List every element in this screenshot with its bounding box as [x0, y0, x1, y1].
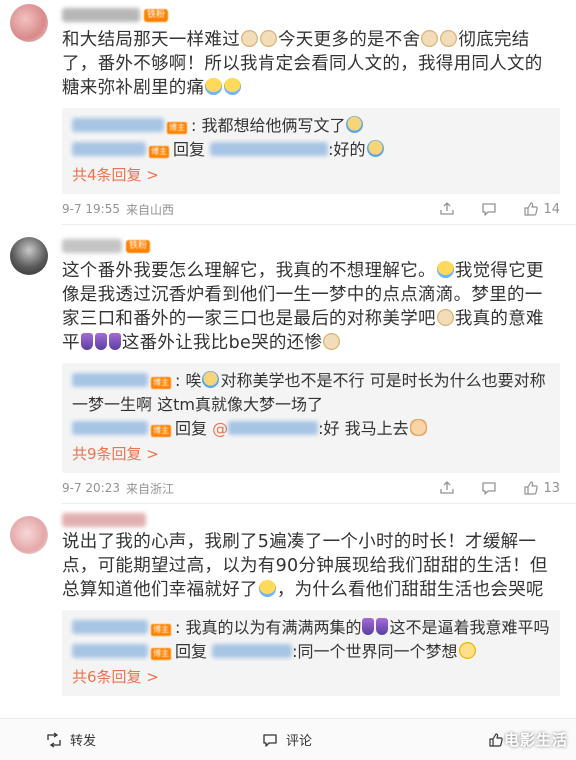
- reply-mention[interactable]: [228, 421, 319, 435]
- comment-header: 铁粉: [62, 4, 560, 26]
- reply-item[interactable]: 博主 回复 @:好 我马上去: [72, 417, 550, 441]
- comment-icon[interactable]: [481, 201, 497, 217]
- comment-label: 评论: [286, 734, 313, 749]
- like-count: 13: [543, 480, 560, 496]
- more-replies-link[interactable]: 共4条回复 >: [72, 162, 550, 188]
- thumbs-up-icon: [524, 481, 539, 495]
- repost-icon: [47, 731, 61, 748]
- reply-item[interactable]: 博主 回复 :同一个世界同一个梦想: [72, 640, 550, 664]
- username[interactable]: [62, 239, 122, 253]
- comment-meta: 9-7 19:55 来自山西 14: [62, 194, 560, 224]
- wine-emoji-icon: [108, 333, 121, 350]
- comment-2: 铁粉 这个番外我要怎么理解它，我真的不想理解它。 我觉得它更像是我透过沉香炉看到他…: [0, 225, 576, 503]
- comment-3: 说出了我的心声，我刷了5遍凑了一个小时的时长！才缓解一点，可能期望过高，以为有9…: [0, 504, 576, 696]
- comment-header: [62, 512, 560, 528]
- comment-source: 来自浙江: [126, 481, 175, 496]
- avatar[interactable]: [10, 4, 48, 42]
- comment-time: 9-7 20:23: [62, 481, 120, 495]
- share-icon[interactable]: [439, 480, 455, 496]
- comment-meta: 9-7 20:23 来自浙江 13: [62, 473, 560, 503]
- comment-source: 来自山西: [126, 202, 175, 217]
- dog-emoji-icon: [241, 30, 258, 47]
- reply-username[interactable]: [72, 373, 148, 387]
- like-count: 14: [543, 201, 560, 217]
- comment-text: 和大结局那天一样难过 今天更多的是不舍 彻底完结了，番外不够啊！所以我肯定会看同人文…: [62, 30, 543, 98]
- reply-item[interactable]: 博主 回复 :好的: [72, 138, 550, 162]
- author-badge: 博主: [151, 624, 171, 636]
- wine-emoji-icon: [376, 618, 389, 635]
- dog-emoji-icon: [436, 309, 454, 326]
- comment-actions: 14: [439, 201, 560, 217]
- author-badge: 博主: [151, 377, 171, 389]
- reply-mention[interactable]: [210, 142, 329, 156]
- reply-mention[interactable]: [212, 644, 293, 658]
- comment-1: 铁粉 和大结局那天一样难过 今天更多的是不舍 彻底完结了，番外不够啊！所以我肯定会看…: [0, 0, 576, 224]
- ok-hand-emoji-icon: [409, 419, 427, 436]
- sob-emoji-icon: [202, 371, 220, 388]
- username[interactable]: [62, 8, 140, 22]
- crying-emoji-icon: [205, 78, 223, 95]
- comment-header: 铁粉: [62, 235, 560, 257]
- comment-icon[interactable]: [481, 480, 497, 496]
- dog-emoji-icon: [421, 30, 439, 47]
- fan-badge: 铁粉: [126, 239, 151, 253]
- sad-face-emoji-icon: [458, 642, 476, 659]
- reply-box: 博主: 唉对称美学也不是不行 可是时长为什么也要对称一梦一生啊 这tm真就像大梦…: [62, 363, 560, 473]
- reply-box: 博主: 我真的以为有满满两集的 这不是逼着我意难平吗 博主 回复 :同一个世界同一个…: [62, 610, 560, 696]
- reply-username[interactable]: [72, 142, 146, 156]
- share-icon[interactable]: [439, 201, 455, 217]
- reply-item[interactable]: 博主: 我都想给他俩写文了: [72, 114, 550, 138]
- thumbs-up-icon: [489, 732, 503, 747]
- comment-icon: [263, 733, 277, 747]
- mention-link[interactable]: @: [212, 419, 228, 438]
- crying-emoji-icon: [436, 261, 454, 278]
- author-badge: 博主: [167, 122, 187, 134]
- thumbs-up-icon: [524, 202, 539, 216]
- reply-item[interactable]: 博主: 我真的以为有满满两集的 这不是逼着我意难平吗: [72, 616, 550, 640]
- like-button[interactable]: 13: [523, 480, 560, 496]
- dog-emoji-icon: [323, 333, 341, 350]
- comment-actions: 13: [439, 480, 560, 496]
- avatar[interactable]: [10, 516, 48, 554]
- more-replies-link[interactable]: 共6条回复 >: [72, 664, 550, 690]
- repost-button[interactable]: 转发: [46, 730, 96, 749]
- like-button[interactable]: 14: [523, 201, 560, 217]
- wine-emoji-icon: [80, 333, 93, 350]
- comment-text: 这个番外我要怎么理解它，我真的不想理解它。 我觉得它更像是我透过沉香炉看到他们一生…: [62, 261, 544, 353]
- repost-label: 转发: [70, 734, 97, 749]
- fan-badge: 铁粉: [144, 8, 169, 22]
- username[interactable]: [62, 513, 146, 527]
- sob-emoji-icon: [346, 116, 364, 133]
- comment-time: 9-7 19:55: [62, 202, 120, 216]
- wine-emoji-icon: [94, 333, 107, 350]
- dog-emoji-icon: [440, 30, 458, 47]
- reply-username[interactable]: [72, 620, 148, 634]
- reply-username[interactable]: [72, 118, 164, 132]
- avatar[interactable]: [10, 237, 48, 275]
- reply-username[interactable]: [72, 421, 148, 435]
- author-badge: 博主: [151, 425, 171, 437]
- reply-item[interactable]: 博主: 唉对称美学也不是不行 可是时长为什么也要对称一梦一生啊 这tm真就像大梦…: [72, 369, 550, 417]
- crying-emoji-icon: [258, 580, 276, 597]
- bottom-action-bar: 转发 评论 电影生活: [0, 718, 576, 760]
- dog-emoji-icon: [260, 30, 277, 47]
- like-button[interactable]: [488, 732, 504, 748]
- comment-button[interactable]: 评论: [262, 730, 312, 749]
- sob-emoji-icon: [366, 140, 384, 157]
- reply-box: 博主: 我都想给他俩写文了 博主 回复 :好的 共4条回复 >: [62, 108, 560, 194]
- more-replies-link[interactable]: 共9条回复 >: [72, 441, 550, 467]
- comment-text: 说出了我的心声，我刷了5遍凑了一个小时的时长！才缓解一点，可能期望过高，以为有9…: [62, 532, 548, 600]
- wine-emoji-icon: [362, 618, 375, 635]
- author-badge: 博主: [149, 146, 169, 158]
- watermark: 电影生活: [503, 731, 568, 749]
- reply-username[interactable]: [72, 644, 148, 658]
- crying-emoji-icon: [224, 78, 242, 95]
- author-badge: 博主: [151, 648, 171, 660]
